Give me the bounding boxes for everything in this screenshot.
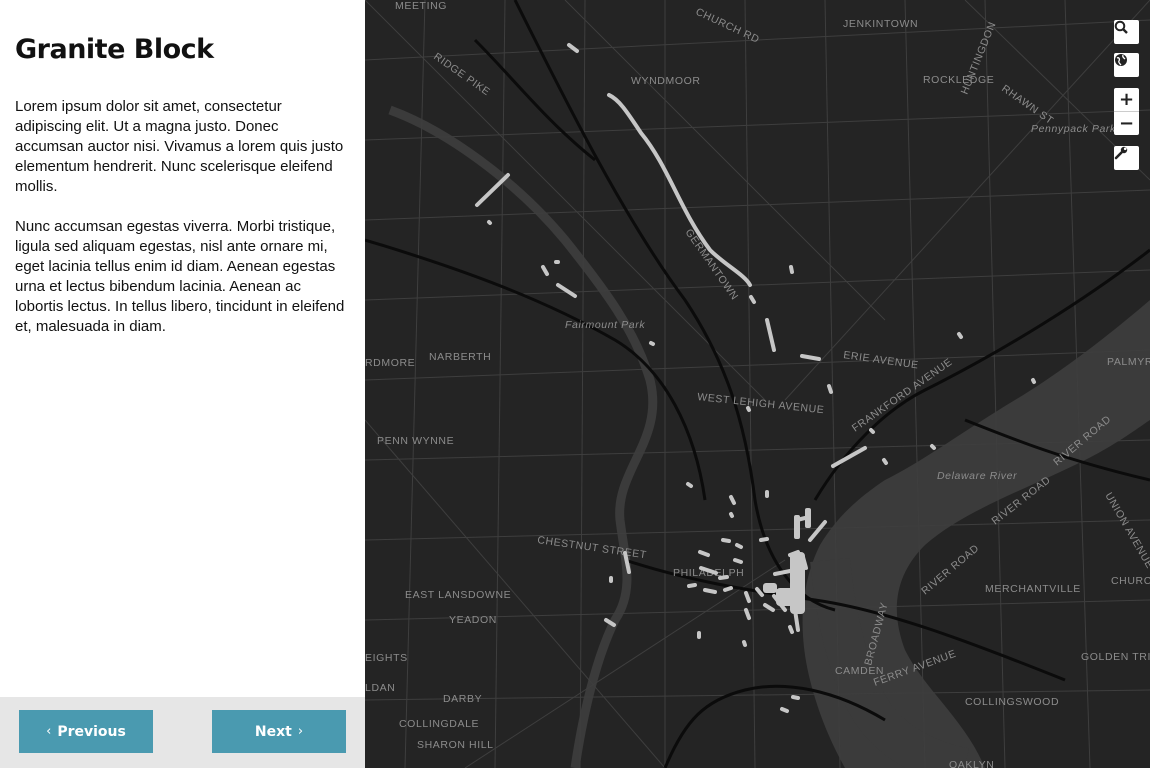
label-merchantville: MERCHANTVILLE xyxy=(985,583,1081,595)
label-narberth: NARBERTH xyxy=(429,351,491,363)
basemap: MEETING CHURCH RD JENKINTOWN RIDGE PIKE … xyxy=(365,0,1150,768)
zoom-in-button[interactable]: + xyxy=(1114,88,1139,111)
story-paragraph-2: Nunc accumsan egestas viverra. Morbi tri… xyxy=(15,218,345,335)
zoom-out-icon: − xyxy=(1118,113,1135,134)
previous-button[interactable]: ‹ Previous xyxy=(19,710,153,753)
story-paragraph-1: Lorem ipsum dolor sit amet, consectetur … xyxy=(15,98,344,195)
label-heights: EIGHTS xyxy=(365,652,408,664)
label-pennypack-park: Pennypack Park xyxy=(1031,123,1116,135)
label-erie-avenue: ERIE AVENUE xyxy=(843,349,920,371)
label-rhawn-st: RHAWN ST xyxy=(999,83,1055,127)
zoom-out-button[interactable]: − xyxy=(1114,111,1139,135)
label-aldan: LDAN xyxy=(365,682,395,694)
label-oaklyn: OAKLYN xyxy=(949,759,994,768)
map[interactable]: MEETING CHURCH RD JENKINTOWN RIDGE PIKE … xyxy=(365,0,1150,768)
label-river-road-3: RIVER ROAD xyxy=(919,542,981,597)
sidebar: Granite Block Lorem ipsum dolor sit amet… xyxy=(0,0,365,768)
label-delaware-river: Delaware River xyxy=(937,470,1017,482)
zoom-in-icon: + xyxy=(1118,89,1135,110)
label-germantown: GERMANTOWN xyxy=(683,227,741,303)
label-rockledge: ROCKLEDGE xyxy=(923,74,994,86)
label-yeadon: YEADON xyxy=(449,614,497,626)
label-palmyra: PALMYR xyxy=(1107,356,1150,368)
label-jenkintown: JENKINTOWN xyxy=(843,18,918,30)
label-church-rd: CHURCH RD xyxy=(694,6,762,46)
label-ardmore: RDMORE xyxy=(365,357,415,369)
label-darby: DARBY xyxy=(443,693,482,705)
granite-block-cluster xyxy=(763,508,811,614)
label-union-avenue: UNION AVENUE xyxy=(1102,491,1150,571)
label-wyndmoor: WYNDMOOR xyxy=(631,75,701,87)
search-button[interactable] xyxy=(1114,20,1139,44)
tools-button[interactable] xyxy=(1114,146,1139,170)
label-ridge-pike: RIDGE PIKE xyxy=(431,51,492,99)
label-church: CHURC xyxy=(1111,575,1150,587)
story-title: Granite Block xyxy=(15,34,214,65)
chevron-right-icon: › xyxy=(297,724,304,739)
label-chestnut-st: CHESTNUT STREET xyxy=(537,534,648,561)
label-sharon-hill: SHARON HILL xyxy=(417,739,494,751)
basemap-button[interactable] xyxy=(1114,53,1139,77)
label-west-lehigh: WEST LEHIGH AVENUE xyxy=(697,391,825,416)
chevron-left-icon: ‹ xyxy=(46,724,52,739)
label-penn-wynne: PENN WYNNE xyxy=(377,435,454,447)
label-meeting: MEETING xyxy=(395,0,447,12)
label-fairmount-park: Fairmount Park xyxy=(565,319,645,331)
next-button[interactable]: Next › xyxy=(212,710,346,753)
label-collingdale: COLLINGDALE xyxy=(399,718,479,730)
previous-label: Previous xyxy=(57,723,126,740)
next-label: Next xyxy=(254,723,292,740)
sidebar-footer: ‹ Previous Next › xyxy=(0,697,365,768)
label-east-lansdowne: EAST LANSDOWNE xyxy=(405,589,511,601)
map-labels: MEETING CHURCH RD JENKINTOWN RIDGE PIKE … xyxy=(365,0,1150,768)
label-collingswood: COLLINGSWOOD xyxy=(965,696,1059,708)
label-golden-triangle: GOLDEN TRIANGLE xyxy=(1081,651,1150,663)
